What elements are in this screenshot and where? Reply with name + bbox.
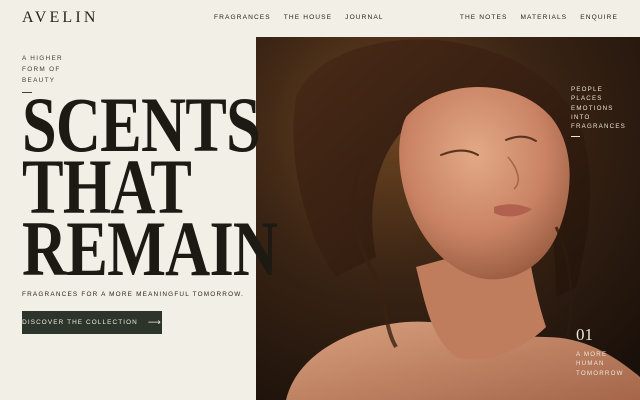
headline-line: REMAIN — [22, 205, 278, 292]
tagline-line: A HIGHER — [22, 55, 63, 62]
slide-caption-line: A MORE — [576, 351, 608, 358]
primary-nav: FRAGRANCES THE HOUSE JOURNAL — [214, 14, 384, 21]
caption-line: INTO — [571, 113, 591, 121]
caption-line: EMOTIONS — [571, 104, 614, 112]
slide-number: 01 — [576, 325, 593, 344]
nav-link-fragrances[interactable]: FRAGRANCES — [214, 14, 271, 21]
nav-link-enquire[interactable]: ENQUIRE — [580, 14, 618, 21]
slide-caption-line: TOMORROW — [576, 369, 624, 377]
slide-caption-line: HUMAN — [576, 360, 605, 368]
discover-collection-button[interactable]: DISCOVER THE COLLECTION ⟶ — [22, 311, 162, 334]
top-bar: AVELIN FRAGRANCES THE HOUSE JOURNAL THE … — [0, 0, 640, 36]
nav-link-the-notes[interactable]: THE NOTES — [460, 14, 508, 21]
slide-counter: 01 A MORE HUMAN TOMORROW — [576, 325, 624, 378]
nav-link-the-house[interactable]: THE HOUSE — [284, 14, 332, 21]
hero-headline: SCENTS THAT REMAIN — [22, 86, 278, 292]
arrow-right-icon: ⟶ — [147, 317, 162, 327]
image-side-caption: PEOPLE PLACES EMOTIONS INTO FRAGRANCES — [571, 85, 626, 138]
nav-link-journal[interactable]: JOURNAL — [345, 14, 383, 21]
slide-caption: A MORE HUMAN TOMORROW — [576, 350, 624, 378]
secondary-nav: THE NOTES MATERIALS ENQUIRE — [460, 14, 618, 21]
cta-label: DISCOVER THE COLLECTION — [22, 319, 138, 326]
nav-link-materials[interactable]: MATERIALS — [520, 14, 567, 21]
brand-logo[interactable]: AVELIN — [22, 9, 99, 27]
caption-line: PLACES — [571, 95, 603, 103]
caption-line: PEOPLE — [571, 86, 603, 93]
caption-line: FRAGRANCES — [571, 123, 626, 131]
hero-subline: FRAGRANCES FOR A MORE MEANINGFUL TOMORRO… — [22, 291, 245, 298]
tagline-line: FORM OF — [22, 66, 61, 73]
caption-divider — [571, 136, 580, 138]
